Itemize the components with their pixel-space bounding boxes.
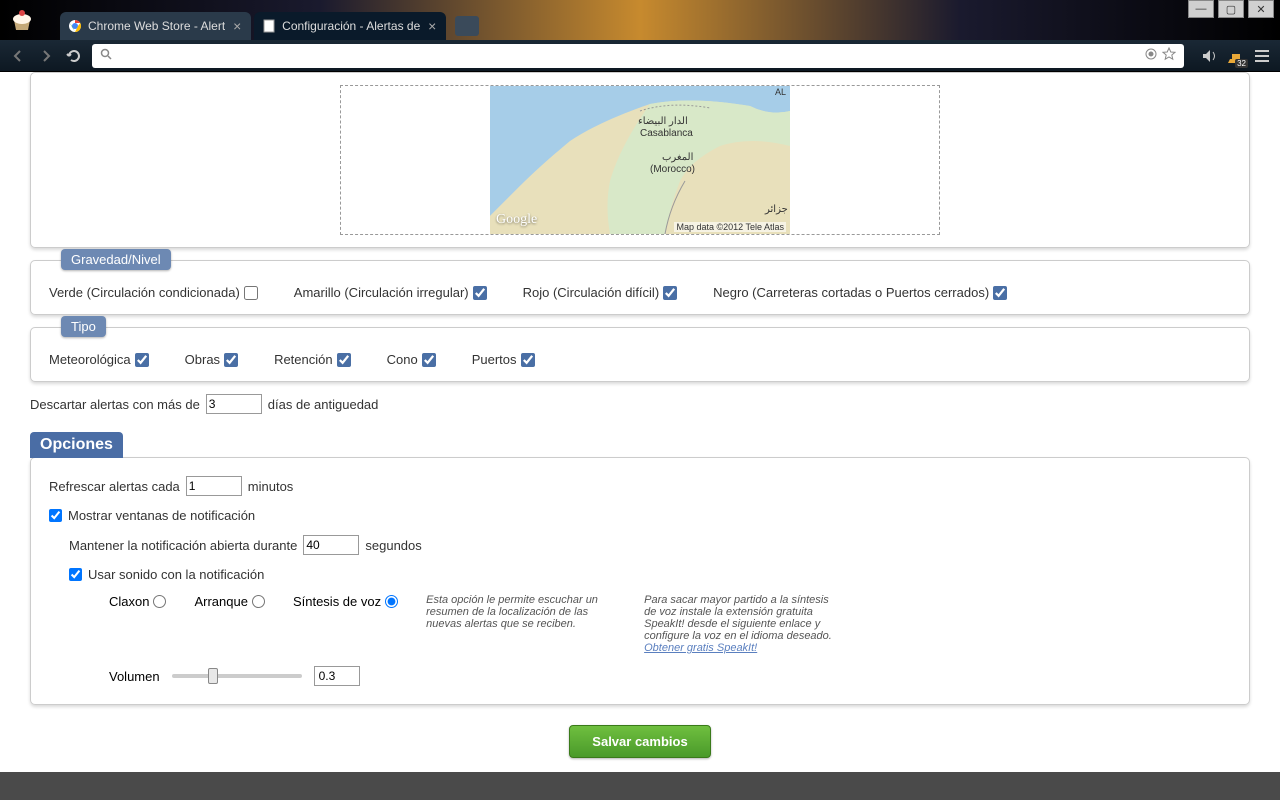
target-icon[interactable]: [1144, 47, 1158, 64]
search-icon: [100, 48, 112, 63]
maximize-button[interactable]: ▢: [1218, 0, 1244, 18]
refresh-row: Refrescar alertas cada minutos: [49, 476, 1231, 496]
window-controls: — ▢ ✕: [1188, 0, 1274, 18]
desktop-taskbar: [0, 772, 1280, 800]
radio-sintesis[interactable]: Síntesis de voz: [293, 594, 398, 609]
save-button[interactable]: Salvar cambios: [569, 725, 710, 758]
new-tab-button[interactable]: [455, 16, 479, 36]
page-icon: [262, 19, 276, 33]
discard-suffix: días de antiguedad: [268, 397, 379, 412]
checkbox[interactable]: [337, 353, 351, 367]
check-cono[interactable]: Cono: [387, 352, 436, 367]
gravity-fieldset: Gravedad/Nivel Verde (Circulación condic…: [30, 260, 1250, 315]
use-sound-row: Usar sonido con la notificación: [69, 567, 1231, 582]
tab-title: Configuración - Alertas de: [282, 19, 420, 33]
map-label: AL: [775, 87, 786, 97]
volume-label: Volumen: [109, 669, 160, 684]
checkbox[interactable]: [135, 353, 149, 367]
discard-days-input[interactable]: [206, 394, 262, 414]
tab-strip: Chrome Web Store - Alert × Configuración…: [60, 12, 479, 40]
map-label: المغرب: [662, 152, 693, 163]
radio-arranque[interactable]: Arranque: [194, 594, 264, 609]
map-attribution: Map data ©2012 Tele Atlas: [674, 222, 786, 232]
keep-seconds-input[interactable]: [303, 535, 359, 555]
minimize-button[interactable]: —: [1188, 0, 1214, 18]
url-input[interactable]: [118, 48, 1138, 63]
app-icon: [8, 6, 36, 34]
slider-thumb[interactable]: [208, 668, 218, 684]
type-fieldset: Tipo Meteorológica Obras Retención Cono …: [30, 327, 1250, 382]
traffic-ext-icon[interactable]: 32: [1226, 46, 1246, 66]
checkbox[interactable]: [244, 286, 258, 300]
sintesis-hint: Esta opción le permite escuchar un resum…: [426, 594, 616, 630]
map-label: (Morocco): [650, 164, 695, 175]
window-titlebar: Chrome Web Store - Alert × Configuración…: [0, 0, 1280, 40]
checkbox[interactable]: [663, 286, 677, 300]
check-amarillo[interactable]: Amarillo (Circulación irregular): [294, 285, 487, 300]
discard-row: Descartar alertas con más de días de ant…: [30, 394, 1250, 414]
volume-value-input[interactable]: [314, 666, 360, 686]
checkbox[interactable]: [473, 286, 487, 300]
show-notif-row: Mostrar ventanas de notificación: [49, 508, 1231, 523]
options-header: Opciones: [30, 432, 123, 458]
check-negro[interactable]: Negro (Carreteras cortadas o Puertos cer…: [713, 285, 1007, 300]
checkbox[interactable]: [422, 353, 436, 367]
radio[interactable]: [252, 595, 265, 608]
reload-button[interactable]: [64, 46, 84, 66]
radio[interactable]: [385, 595, 398, 608]
forward-button[interactable]: [36, 46, 56, 66]
map-image: الدار البيضاء Casablanca المغرب (Morocco…: [490, 86, 790, 234]
check-retencion[interactable]: Retención: [274, 352, 351, 367]
map-label: جزائر: [765, 204, 788, 215]
badge-count: 32: [1235, 59, 1248, 68]
close-icon[interactable]: ×: [231, 20, 243, 32]
refresh-minutes-input[interactable]: [186, 476, 242, 496]
google-logo: Google: [496, 212, 537, 228]
legend-gravity: Gravedad/Nivel: [61, 249, 171, 270]
volume-row: Volumen: [109, 666, 1231, 686]
map-label: Casablanca: [640, 128, 693, 139]
content-viewport[interactable]: الدار البيضاء Casablanca المغرب (Morocco…: [0, 72, 1280, 800]
browser-toolbar: 32: [0, 40, 1280, 72]
close-icon[interactable]: ×: [426, 20, 438, 32]
save-row: Salvar cambios: [30, 725, 1250, 758]
tab-chrome-web-store[interactable]: Chrome Web Store - Alert ×: [60, 12, 251, 40]
speakit-hint: Para sacar mayor partido a la síntesis d…: [644, 594, 834, 654]
star-icon[interactable]: [1162, 47, 1176, 64]
keep-open-row: Mantener la notificación abierta durante…: [69, 535, 1231, 555]
check-puertos[interactable]: Puertos: [472, 352, 535, 367]
checkbox[interactable]: [993, 286, 1007, 300]
use-sound-checkbox[interactable]: [69, 568, 82, 581]
chrome-store-icon: [68, 19, 82, 33]
options-body: Refrescar alertas cada minutos Mostrar v…: [30, 457, 1250, 705]
url-bar[interactable]: [92, 44, 1184, 68]
map-widget[interactable]: الدار البيضاء Casablanca المغرب (Morocco…: [340, 85, 940, 235]
speakit-link[interactable]: Obtener gratis SpeakIt!: [644, 642, 757, 654]
tab-title: Chrome Web Store - Alert: [88, 19, 225, 33]
legend-tipo: Tipo: [61, 316, 106, 337]
back-button[interactable]: [8, 46, 28, 66]
discard-prefix: Descartar alertas con más de: [30, 397, 200, 412]
check-meteo[interactable]: Meteorológica: [49, 352, 149, 367]
sound-ext-icon[interactable]: [1200, 46, 1220, 66]
show-notif-checkbox[interactable]: [49, 509, 62, 522]
menu-icon[interactable]: [1252, 46, 1272, 66]
map-label: الدار البيضاء: [638, 116, 688, 127]
close-button[interactable]: ✕: [1248, 0, 1274, 18]
checkbox[interactable]: [224, 353, 238, 367]
radio-claxon[interactable]: Claxon: [109, 594, 166, 609]
check-rojo[interactable]: Rojo (Circulación difícil): [523, 285, 678, 300]
check-obras[interactable]: Obras: [185, 352, 238, 367]
tab-configuracion[interactable]: Configuración - Alertas de ×: [254, 12, 446, 40]
volume-slider[interactable]: [172, 674, 302, 678]
checkbox[interactable]: [521, 353, 535, 367]
options-section: Opciones Refrescar alertas cada minutos …: [30, 432, 1250, 705]
check-verde[interactable]: Verde (Circulación condicionada): [49, 285, 258, 300]
extension-icons: 32: [1200, 46, 1272, 66]
map-card: الدار البيضاء Casablanca المغرب (Morocco…: [30, 72, 1250, 248]
radio[interactable]: [153, 595, 166, 608]
sound-options-row: Claxon Arranque Síntesis de voz Esta opc…: [109, 594, 1231, 654]
page-content: الدار البيضاء Casablanca المغرب (Morocco…: [0, 72, 1280, 778]
